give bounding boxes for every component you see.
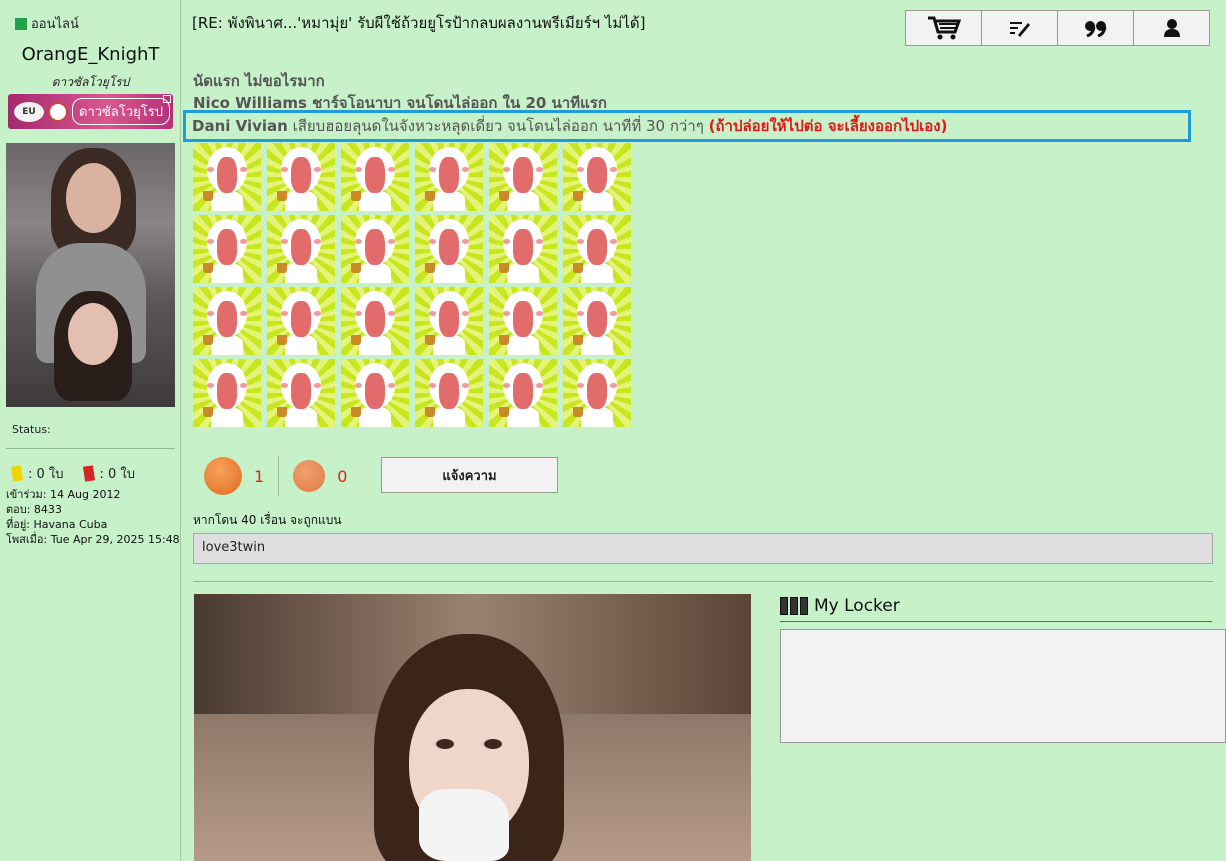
laughing-cat-emoticon bbox=[267, 359, 335, 427]
like-face-icon[interactable] bbox=[204, 457, 242, 495]
laughing-cat-emoticon bbox=[193, 143, 261, 211]
online-label: ออนไลน์ bbox=[31, 17, 79, 32]
rank-badge: EU ดาวซัลโวยุโรป bbox=[8, 94, 173, 129]
locker-title: My Locker bbox=[814, 596, 900, 616]
joined-date: เข้าร่วม: 14 Aug 2012 bbox=[6, 488, 121, 501]
laughing-cat-emoticon bbox=[193, 287, 261, 355]
sidebar-divider bbox=[6, 448, 175, 449]
laughing-cat-emoticon bbox=[341, 215, 409, 283]
laughing-cat-emoticon bbox=[193, 359, 261, 427]
online-status: ออนไลน์ bbox=[15, 13, 79, 34]
laughing-cat-emoticon bbox=[563, 287, 631, 355]
laughing-cat-emoticon bbox=[341, 143, 409, 211]
quote-icon bbox=[1084, 21, 1106, 37]
post-line-2: Nico Williams ชาร์จโอนาบา จนโดนไล่ออก ใน… bbox=[193, 94, 607, 108]
edit-icon bbox=[1009, 22, 1030, 37]
user-sidebar: ออนไลน์ OrangE_KnighT ดาวซัลโวยุโรป EU ด… bbox=[0, 0, 181, 861]
coin-icon bbox=[48, 101, 68, 122]
player-name: Dani Vivian bbox=[192, 117, 288, 135]
yellow-card-icon bbox=[11, 465, 23, 482]
reply-count: ตอบ: 8433 bbox=[6, 503, 62, 516]
profile-button[interactable] bbox=[1133, 10, 1210, 46]
post-line-1: นัดแรก ไม่ขอไรมาก bbox=[193, 72, 325, 90]
reaction-separator bbox=[278, 456, 280, 496]
user-icon bbox=[1163, 19, 1180, 37]
reaction-bar: 1 0 bbox=[204, 456, 347, 496]
dislike-face-icon[interactable] bbox=[293, 460, 326, 492]
status-label: Status: bbox=[12, 423, 51, 436]
username[interactable]: OrangE_KnighT bbox=[0, 44, 181, 65]
locker-divider bbox=[780, 621, 1212, 622]
laughing-cat-emoticon bbox=[415, 215, 483, 283]
laughing-cat-emoticon bbox=[563, 143, 631, 211]
post-line-3: Dani Vivian เสียบฮอยลุนดในจังหวะหลุดเดี่… bbox=[192, 114, 947, 138]
post-main: [RE: พังพินาศ...'หมามุ่ย' รับผีใช้ถ้วยยู… bbox=[182, 0, 1226, 861]
red-card-icon bbox=[82, 465, 95, 482]
yellow-card-count: : 0 ใบ bbox=[28, 467, 64, 482]
badge-label: ดาวซัลโวยุโรป bbox=[72, 98, 170, 125]
dislike-count: 0 bbox=[337, 466, 348, 486]
locker-box bbox=[780, 629, 1226, 743]
post-toolbar bbox=[905, 10, 1210, 46]
eu-logo-icon: EU bbox=[14, 101, 44, 122]
post-timestamp: โพสเมื่อ: Tue Apr 29, 2025 15:48 bbox=[6, 533, 180, 546]
laughing-cat-emoticon bbox=[489, 143, 557, 211]
edit-button[interactable] bbox=[981, 10, 1058, 46]
laughing-cat-emoticon bbox=[489, 287, 557, 355]
laughing-cat-emoticon bbox=[563, 215, 631, 283]
laughing-cat-emoticon bbox=[489, 359, 557, 427]
post-body: นัดแรก ไม่ขอไรมาก Nico Williams ชาร์จโอน… bbox=[193, 70, 607, 108]
shop-button[interactable] bbox=[905, 10, 982, 46]
post-line-3-red: (ถ้าปล่อยให้ไปต่อ จะเลี้ยงออกไปเอง) bbox=[708, 117, 948, 135]
user-rank: ดาวซัลโวยุโรป bbox=[51, 75, 130, 89]
card-counts: : 0 ใบ : 0 ใบ bbox=[11, 463, 136, 484]
quote-button[interactable] bbox=[1057, 10, 1134, 46]
like-count: 1 bbox=[254, 466, 265, 486]
laughing-cat-emoticon bbox=[267, 215, 335, 283]
laughing-cat-emoticon bbox=[193, 215, 261, 283]
laughing-cat-emoticon bbox=[415, 359, 483, 427]
laughing-cat-emoticon bbox=[267, 143, 335, 211]
avatar bbox=[6, 143, 175, 407]
ban-warning: หากโดน 40 เรื่อน จะถูกแบน bbox=[193, 513, 342, 527]
laughing-cat-emoticon bbox=[267, 287, 335, 355]
red-card-count: : 0 ใบ bbox=[99, 467, 136, 482]
locker-icon bbox=[780, 597, 808, 615]
user-meta: เข้าร่วม: 14 Aug 2012 ตอบ: 8433 ที่อยู่:… bbox=[6, 487, 180, 547]
signature-divider bbox=[193, 581, 1213, 582]
online-indicator-icon bbox=[15, 17, 27, 30]
cart-icon bbox=[927, 16, 961, 40]
laughing-cat-emoticon bbox=[341, 287, 409, 355]
laughing-cat-emoticon bbox=[489, 215, 557, 283]
signature-photo bbox=[194, 594, 751, 861]
laughing-cat-emoticon bbox=[341, 359, 409, 427]
signature-box: love3twin bbox=[193, 533, 1213, 564]
post-line-3-text: เสียบฮอยลุนดในจังหวะหลุดเดี่ยว จนโดนไล่อ… bbox=[287, 117, 709, 135]
user-location: ที่อยู่: Havana Cuba bbox=[6, 518, 108, 531]
laughing-cat-emoticon bbox=[415, 287, 483, 355]
laughing-cat-emoticon bbox=[415, 143, 483, 211]
badge-corner-icon bbox=[163, 95, 171, 103]
emoticon-grid bbox=[193, 143, 631, 427]
post-title: [RE: พังพินาศ...'หมามุ่ย' รับผีใช้ถ้วยยู… bbox=[192, 14, 646, 32]
report-button[interactable]: แจ้งความ bbox=[381, 457, 558, 493]
laughing-cat-emoticon bbox=[563, 359, 631, 427]
locker-header: My Locker bbox=[780, 596, 900, 616]
